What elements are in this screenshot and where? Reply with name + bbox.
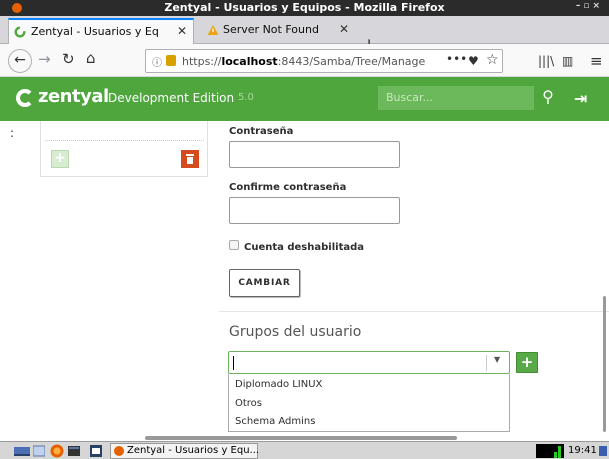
trash-icon: [186, 154, 194, 164]
url-bar[interactable]: ⓘ https://localhost:8443/Samba/Tree/Mana…: [145, 49, 503, 73]
close-tab-icon[interactable]: ✕: [177, 24, 187, 38]
disabled-account-label: Cuenta deshabilitada: [244, 242, 365, 253]
password-field[interactable]: [229, 141, 400, 168]
section-divider: [219, 311, 609, 312]
groups-section-title: Grupos del usuario: [229, 324, 362, 340]
group-dropdown-list: Diplomado LINUX Otros Schema Admins: [228, 374, 510, 432]
sidebar-fragment: :: [10, 126, 15, 140]
chevron-down-icon[interactable]: ▼: [494, 355, 500, 364]
tab-zentyal[interactable]: Zentyal - Usuarios y Equi ✕: [8, 18, 194, 44]
logout-icon[interactable]: ⇥: [574, 89, 587, 108]
sidebar-icon[interactable]: ▥: [562, 54, 573, 68]
window-title: Zentyal - Usuarios y Equipos - Mozilla F…: [164, 1, 445, 14]
zentyal-logo-icon[interactable]: [16, 89, 34, 107]
add-node-button[interactable]: +: [51, 150, 69, 168]
show-desktop-icon[interactable]: [14, 445, 30, 457]
more-icon[interactable]: •••: [446, 52, 467, 66]
zentyal-logo-text[interactable]: zentyal: [38, 86, 109, 107]
select-separator: [486, 355, 487, 371]
text-caret: [233, 356, 234, 370]
back-icon[interactable]: ←: [8, 49, 32, 73]
add-group-button[interactable]: +: [516, 352, 538, 373]
edition-label: Development Edition: [108, 91, 235, 105]
dropdown-option[interactable]: Diplomado LINUX: [235, 379, 322, 390]
zentyal-header: zentyal Development Edition 5.0 Buscar..…: [0, 77, 609, 121]
vertical-scrollbar[interactable]: [603, 296, 606, 432]
taskbar-window-button[interactable]: Zentyal - Usuarios y Equ...: [110, 443, 260, 459]
window-controls[interactable]: –▫×: [576, 1, 603, 11]
close-tab-icon[interactable]: ✕: [339, 22, 349, 36]
taskbar-window-label: Zentyal - Usuarios y Equ...: [127, 445, 260, 456]
search-placeholder: Buscar...: [386, 91, 434, 104]
terminal-icon[interactable]: [68, 445, 80, 457]
dropdown-option[interactable]: Schema Admins: [235, 416, 315, 427]
divider: [45, 140, 204, 141]
tab-strip: Zentyal - Usuarios y Equi ✕ Server Not F…: [0, 16, 609, 55]
firefox-launcher-icon[interactable]: [50, 444, 64, 458]
taskbar: Zentyal - Usuarios y Equ... 19:41: [0, 441, 609, 459]
confirm-password-label: Confirme contraseña: [229, 182, 347, 193]
home-icon[interactable]: ⌂: [86, 49, 96, 67]
lock-icon[interactable]: [166, 55, 176, 66]
bookmark-star-icon[interactable]: ☆: [486, 52, 499, 68]
file-manager-icon[interactable]: [33, 445, 45, 457]
reload-icon[interactable]: ↻: [62, 50, 75, 68]
navigation-bar: ← → ↻ ⌂ ⓘ https://localhost:8443/Samba/T…: [0, 44, 609, 77]
dropdown-option[interactable]: Otros: [235, 398, 262, 409]
change-button[interactable]: CAMBIAR: [229, 269, 300, 297]
cpu-monitor-icon: [536, 444, 564, 458]
zentyal-favicon-icon: [14, 26, 26, 38]
firefox-icon: [114, 446, 124, 456]
pocket-icon[interactable]: ♥: [468, 54, 479, 68]
password-label: Contraseña: [229, 126, 294, 137]
delete-button[interactable]: [181, 150, 199, 168]
tab-label: Zentyal - Usuarios y Equi: [31, 25, 159, 38]
group-select[interactable]: ▼: [228, 351, 510, 374]
notification-icon[interactable]: [599, 446, 607, 456]
desktop-screen: { "window": { "title": "Zentyal - Usuari…: [0, 0, 609, 459]
menu-icon[interactable]: ≡: [590, 52, 603, 70]
app-launcher-icon[interactable]: [90, 445, 102, 457]
tab-label: Server Not Found: [223, 23, 319, 36]
info-icon[interactable]: ⓘ: [152, 54, 162, 69]
disabled-account-checkbox[interactable]: [229, 240, 239, 250]
tab-server-not-found[interactable]: Server Not Found ✕: [199, 18, 355, 44]
warning-icon: [207, 25, 219, 35]
tree-panel: +: [41, 121, 208, 177]
search-icon[interactable]: ⚲: [536, 86, 560, 110]
search-input[interactable]: Buscar...: [378, 86, 534, 110]
window-titlebar: Zentyal - Usuarios y Equipos - Mozilla F…: [0, 0, 609, 16]
url-text: https://localhost:8443/Samba/Tree/Manage: [182, 55, 426, 68]
clock: 19:41: [568, 445, 597, 456]
version-label: 5.0: [238, 92, 254, 103]
forward-icon[interactable]: →: [38, 50, 51, 68]
confirm-password-field[interactable]: [229, 197, 400, 224]
library-icon[interactable]: |||\: [538, 54, 554, 68]
horizontal-scrollbar[interactable]: [145, 436, 457, 440]
